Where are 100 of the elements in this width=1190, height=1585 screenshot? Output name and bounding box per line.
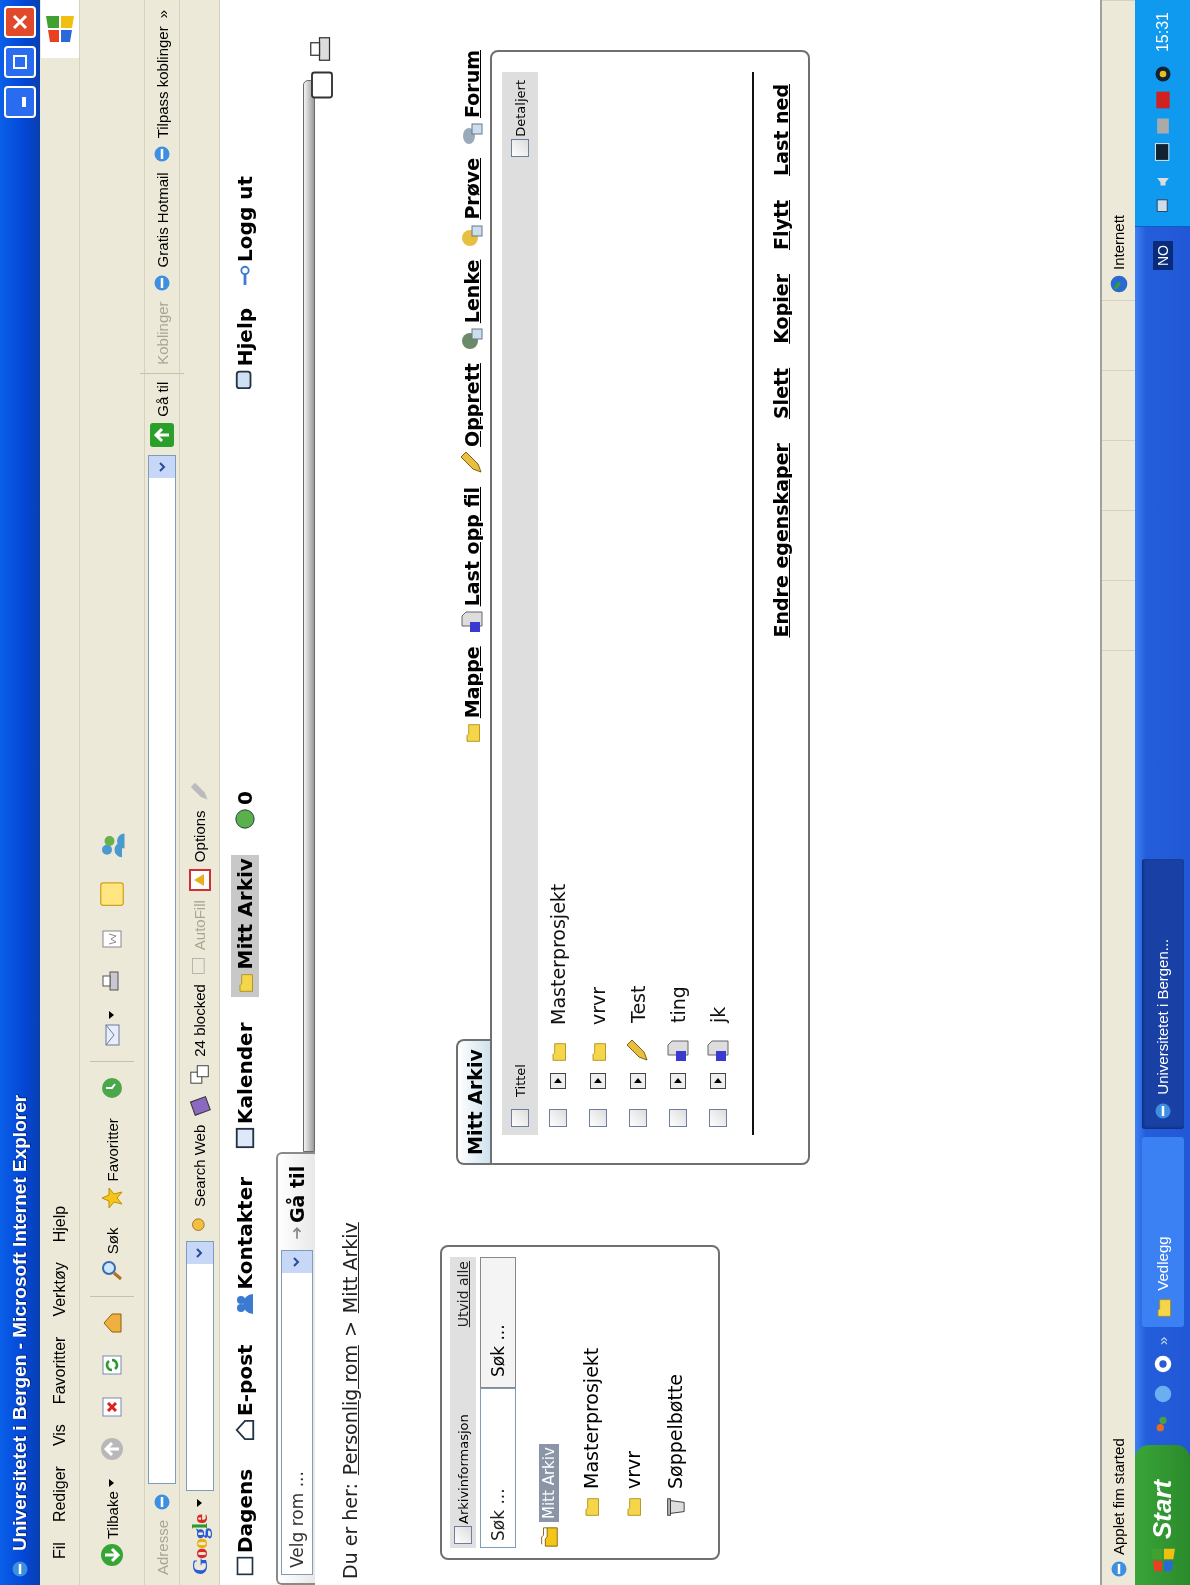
maximize-button[interactable] <box>4 46 36 78</box>
tree-item[interactable]: Masterprosjekt <box>572 1257 610 1548</box>
action-link[interactable]: Forum <box>460 50 484 146</box>
caret-icon <box>109 1479 115 1488</box>
back-button[interactable]: Tilbake <box>98 1475 126 1571</box>
more-button[interactable]: » <box>153 10 171 19</box>
action-link[interactable]: Last ned <box>770 84 792 176</box>
action-link[interactable]: Lenke <box>460 259 484 352</box>
menu-item[interactable]: Rediger <box>46 1456 73 1533</box>
menu-item[interactable]: Verktøy <box>46 1252 73 1327</box>
search-web-button[interactable]: Search Web <box>189 1124 210 1233</box>
start-button[interactable]: Start <box>1135 1445 1190 1585</box>
expand-button[interactable] <box>630 1073 646 1089</box>
caret-icon <box>109 1011 115 1020</box>
expand-button[interactable] <box>710 1073 726 1089</box>
row-checkbox[interactable] <box>549 1109 567 1127</box>
menu-item[interactable]: Favoritter <box>46 1326 73 1415</box>
search-field[interactable] <box>185 1241 214 1491</box>
detailed-checkbox[interactable]: Detaljert <box>511 80 529 157</box>
taskbar-button[interactable]: Vedlegg <box>1141 1136 1184 1327</box>
restore-icon <box>13 55 27 69</box>
action-link[interactable]: Kopier <box>770 274 792 344</box>
row-checkbox[interactable] <box>589 1109 607 1127</box>
popup-blocker-button[interactable]: 24 blocked <box>188 984 211 1085</box>
menu-item[interactable]: Hjelp <box>46 1195 73 1253</box>
document-icon <box>460 610 484 635</box>
column-header: Tittel <box>512 1063 528 1097</box>
language-indicator[interactable]: NO <box>1152 241 1173 271</box>
chevron-icon <box>158 461 167 472</box>
action-link[interactable]: Prøve <box>460 157 484 248</box>
smiley-icon <box>234 808 256 831</box>
link-button[interactable]: Gratis Hotmail <box>152 172 172 294</box>
table-cell: jk <box>707 1006 729 1023</box>
options-button[interactable]: Options <box>187 810 212 893</box>
row-checkbox[interactable] <box>709 1109 727 1127</box>
expand-all-link[interactable]: Utvid alle <box>455 1261 471 1328</box>
more-button[interactable]: » <box>1154 1336 1171 1345</box>
online-count[interactable]: 0 <box>231 788 259 834</box>
tree-item[interactable]: Søppelbøtte <box>656 1257 694 1548</box>
dropdown-button[interactable] <box>281 1251 312 1273</box>
nav-tab[interactable]: Dagens <box>231 1465 259 1579</box>
google-logo[interactable]: Google <box>186 1515 213 1575</box>
search-button[interactable]: Søk ... <box>480 1257 516 1388</box>
breadcrumb-link[interactable]: Mitt Arkiv <box>339 1222 361 1314</box>
taskbar-button[interactable]: Universitetet i Bergen... <box>1141 858 1184 1129</box>
menu-item[interactable]: Vis <box>46 1414 73 1457</box>
nav-tab[interactable]: Mitt Arkiv <box>231 855 259 998</box>
pencil-icon <box>460 450 484 475</box>
favorites-button[interactable]: Favoritter <box>98 1114 126 1214</box>
address-field[interactable] <box>148 454 176 1484</box>
expand-button[interactable] <box>590 1073 606 1089</box>
search-field[interactable]: Søk ... <box>480 1388 516 1548</box>
table-cell: ting <box>667 986 689 1023</box>
row-checkbox[interactable] <box>629 1109 647 1127</box>
link-button[interactable]: Tilpass koblinger <box>152 26 172 165</box>
expand-button[interactable] <box>550 1073 566 1089</box>
action-link[interactable]: Opprett <box>460 363 484 475</box>
nav-tab[interactable]: Kontakter <box>231 1173 259 1320</box>
action-link[interactable]: Mappe <box>461 646 483 745</box>
go-button[interactable]: Gå til <box>285 1161 308 1244</box>
pencil-icon <box>626 1039 650 1063</box>
tree-item[interactable]: vrvr <box>614 1257 652 1548</box>
archive-tab[interactable]: Mitt Arkiv <box>456 1039 490 1165</box>
links-label: Koblinger <box>153 301 171 365</box>
expand-button[interactable] <box>670 1073 686 1089</box>
archive-info-checkbox[interactable]: Arkivinformasjon <box>454 1414 472 1544</box>
room-select[interactable]: Velg rom ... <box>280 1250 313 1575</box>
status-text: Applet fim started <box>1110 1438 1127 1555</box>
back-icon <box>100 1543 124 1567</box>
breadcrumb-separator: > <box>339 1321 361 1338</box>
action-link[interactable]: Last opp fil <box>460 486 484 635</box>
search-button[interactable]: Søk <box>98 1223 126 1287</box>
action-link[interactable]: Endre egenskaper <box>770 443 792 638</box>
stop-icon <box>100 1395 124 1420</box>
star-icon <box>100 1185 124 1210</box>
play-icon <box>554 1077 562 1085</box>
trash-icon <box>664 1496 686 1518</box>
forward-icon <box>100 1437 124 1462</box>
go-button[interactable]: Gå til <box>150 381 174 447</box>
help-link[interactable]: Hjelp <box>233 307 257 391</box>
options-icon <box>187 868 212 893</box>
minimize-icon <box>22 97 26 107</box>
row-checkbox[interactable] <box>669 1109 687 1127</box>
action-link[interactable]: Flytt <box>770 199 792 250</box>
breadcrumb-link[interactable]: Personlig rom <box>339 1345 361 1476</box>
close-button[interactable] <box>4 6 36 38</box>
document-icon <box>706 1039 730 1063</box>
minimize-button[interactable] <box>4 86 36 118</box>
house-icon <box>234 1418 256 1441</box>
select-all-checkbox[interactable] <box>511 1109 529 1127</box>
nav-tab[interactable]: Kalender <box>231 1019 259 1152</box>
action-link[interactable]: Slett <box>770 367 792 420</box>
dropdown-button[interactable] <box>186 1242 213 1264</box>
table-cell: Test <box>627 985 649 1023</box>
dropdown-button[interactable] <box>149 455 175 478</box>
folders-icon <box>538 1526 560 1548</box>
logout-link[interactable]: Logg ut <box>233 176 257 286</box>
history-icon <box>100 1076 124 1101</box>
nav-tab[interactable]: E-post <box>231 1341 259 1444</box>
menu-item[interactable]: Fil <box>46 1532 73 1569</box>
